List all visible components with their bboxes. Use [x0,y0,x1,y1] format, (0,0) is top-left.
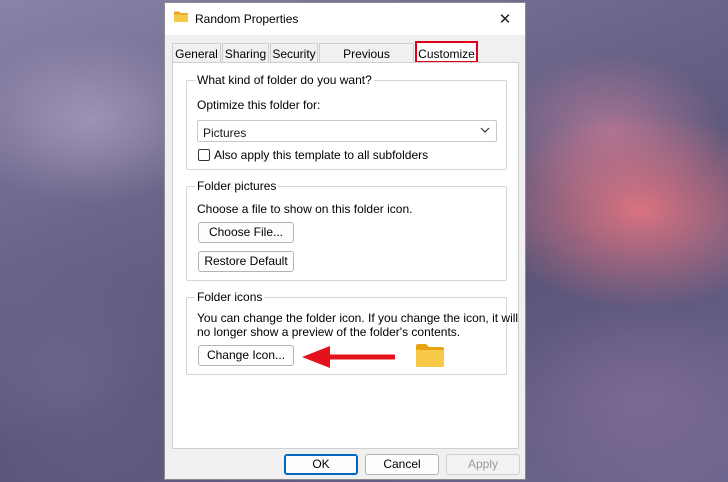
apply-subfolders-label: Also apply this template to all subfolde… [214,148,429,162]
folder-icons-description-line1: You can change the folder icon. If you c… [197,311,519,325]
tab-general[interactable]: General [172,43,221,63]
title-bar: Random Properties ✕ [165,3,525,35]
window-title: Random Properties [195,12,299,26]
customize-panel: What kind of folder do you want? Optimiz… [172,62,519,449]
folder-pictures-description: Choose a file to show on this folder ico… [197,202,413,216]
optimize-select[interactable]: Pictures [197,120,497,142]
folder-icon [174,11,188,22]
change-icon-button[interactable]: Change Icon... [198,345,294,366]
optimize-select-value: Pictures [203,126,247,140]
choose-file-button[interactable]: Choose File... [198,222,294,243]
properties-dialog: Random Properties ✕ General Sharing Secu… [164,2,526,480]
restore-default-button[interactable]: Restore Default [198,251,294,272]
apply-button[interactable]: Apply [446,454,520,475]
close-icon: ✕ [498,11,512,28]
folder-type-group: What kind of folder do you want? Optimiz… [186,73,507,170]
folder-pictures-group-label: Folder pictures [195,179,279,193]
tab-sharing[interactable]: Sharing [222,43,269,63]
folder-icons-description-line2: no longer show a preview of the folder's… [197,325,461,339]
tab-customize[interactable]: Customize [415,41,478,63]
cancel-button[interactable]: Cancel [365,454,439,475]
apply-subfolders-checkbox[interactable] [198,149,210,161]
tab-security[interactable]: Security [270,43,318,63]
tab-strip: General Sharing Security Previous Versio… [165,35,525,81]
tab-previous-versions[interactable]: Previous Versions [319,43,414,81]
chevron-down-icon [480,127,490,133]
annotation-arrow-icon [302,346,395,368]
folder-icons-group: Folder icons You can change the folder i… [186,290,518,375]
folder-type-group-label: What kind of folder do you want? [195,73,374,87]
ok-button[interactable]: OK [284,454,358,475]
close-button[interactable]: ✕ [485,3,525,35]
folder-icons-group-label: Folder icons [195,290,265,304]
optimize-label: Optimize this folder for: [197,98,321,112]
folder-pictures-group: Folder pictures Choose a file to show on… [186,179,507,281]
folder-preview-icon [416,344,444,367]
